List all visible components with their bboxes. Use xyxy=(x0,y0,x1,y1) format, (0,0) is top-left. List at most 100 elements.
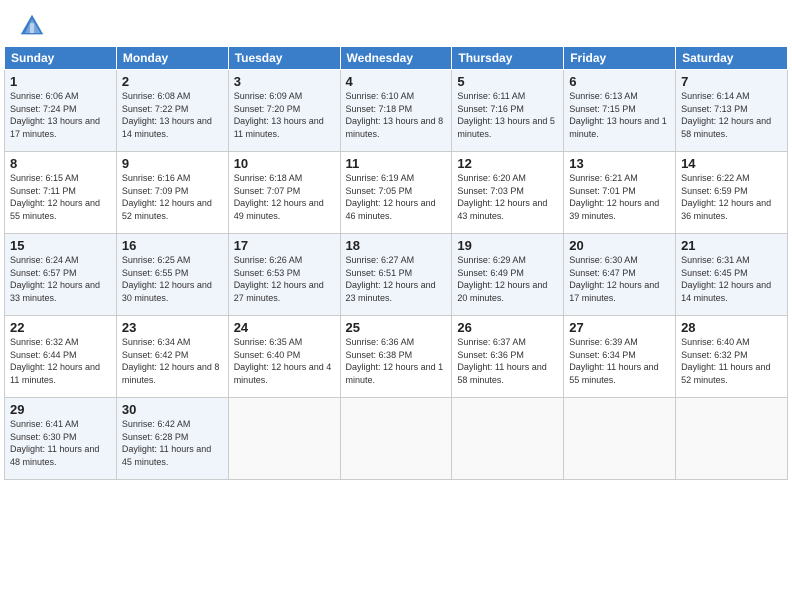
page-header xyxy=(0,0,792,46)
calendar-cell: 21 Sunrise: 6:31 AMSunset: 6:45 PMDaylig… xyxy=(676,234,788,316)
weekday-saturday: Saturday xyxy=(676,47,788,70)
day-info: Sunrise: 6:13 AMSunset: 7:15 PMDaylight:… xyxy=(569,91,667,139)
calendar-cell: 25 Sunrise: 6:36 AMSunset: 6:38 PMDaylig… xyxy=(340,316,452,398)
calendar-cell: 26 Sunrise: 6:37 AMSunset: 6:36 PMDaylig… xyxy=(452,316,564,398)
day-number: 7 xyxy=(681,74,782,89)
calendar-cell: 18 Sunrise: 6:27 AMSunset: 6:51 PMDaylig… xyxy=(340,234,452,316)
weekday-monday: Monday xyxy=(116,47,228,70)
day-number: 4 xyxy=(346,74,447,89)
calendar-cell: 1 Sunrise: 6:06 AMSunset: 7:24 PMDayligh… xyxy=(5,70,117,152)
day-info: Sunrise: 6:11 AMSunset: 7:16 PMDaylight:… xyxy=(457,91,555,139)
day-number: 8 xyxy=(10,156,111,171)
week-row-2: 8 Sunrise: 6:15 AMSunset: 7:11 PMDayligh… xyxy=(5,152,788,234)
day-number: 22 xyxy=(10,320,111,335)
calendar-cell xyxy=(228,398,340,480)
day-info: Sunrise: 6:34 AMSunset: 6:42 PMDaylight:… xyxy=(122,337,220,385)
day-info: Sunrise: 6:18 AMSunset: 7:07 PMDaylight:… xyxy=(234,173,324,221)
day-number: 28 xyxy=(681,320,782,335)
day-info: Sunrise: 6:09 AMSunset: 7:20 PMDaylight:… xyxy=(234,91,324,139)
day-number: 9 xyxy=(122,156,223,171)
calendar-cell: 24 Sunrise: 6:35 AMSunset: 6:40 PMDaylig… xyxy=(228,316,340,398)
calendar-cell: 3 Sunrise: 6:09 AMSunset: 7:20 PMDayligh… xyxy=(228,70,340,152)
calendar-cell: 27 Sunrise: 6:39 AMSunset: 6:34 PMDaylig… xyxy=(564,316,676,398)
weekday-header-row: SundayMondayTuesdayWednesdayThursdayFrid… xyxy=(5,47,788,70)
week-row-4: 22 Sunrise: 6:32 AMSunset: 6:44 PMDaylig… xyxy=(5,316,788,398)
calendar-cell xyxy=(340,398,452,480)
day-info: Sunrise: 6:15 AMSunset: 7:11 PMDaylight:… xyxy=(10,173,100,221)
calendar-cell: 2 Sunrise: 6:08 AMSunset: 7:22 PMDayligh… xyxy=(116,70,228,152)
day-info: Sunrise: 6:42 AMSunset: 6:28 PMDaylight:… xyxy=(122,419,211,467)
calendar-cell: 12 Sunrise: 6:20 AMSunset: 7:03 PMDaylig… xyxy=(452,152,564,234)
day-number: 17 xyxy=(234,238,335,253)
day-info: Sunrise: 6:22 AMSunset: 6:59 PMDaylight:… xyxy=(681,173,771,221)
calendar-cell: 14 Sunrise: 6:22 AMSunset: 6:59 PMDaylig… xyxy=(676,152,788,234)
day-number: 2 xyxy=(122,74,223,89)
day-number: 1 xyxy=(10,74,111,89)
day-info: Sunrise: 6:31 AMSunset: 6:45 PMDaylight:… xyxy=(681,255,771,303)
day-number: 30 xyxy=(122,402,223,417)
calendar-cell: 11 Sunrise: 6:19 AMSunset: 7:05 PMDaylig… xyxy=(340,152,452,234)
day-number: 26 xyxy=(457,320,558,335)
calendar-cell: 20 Sunrise: 6:30 AMSunset: 6:47 PMDaylig… xyxy=(564,234,676,316)
calendar-cell: 5 Sunrise: 6:11 AMSunset: 7:16 PMDayligh… xyxy=(452,70,564,152)
day-info: Sunrise: 6:36 AMSunset: 6:38 PMDaylight:… xyxy=(346,337,444,385)
day-info: Sunrise: 6:20 AMSunset: 7:03 PMDaylight:… xyxy=(457,173,547,221)
calendar-cell: 10 Sunrise: 6:18 AMSunset: 7:07 PMDaylig… xyxy=(228,152,340,234)
day-info: Sunrise: 6:39 AMSunset: 6:34 PMDaylight:… xyxy=(569,337,658,385)
day-info: Sunrise: 6:32 AMSunset: 6:44 PMDaylight:… xyxy=(10,337,100,385)
week-row-1: 1 Sunrise: 6:06 AMSunset: 7:24 PMDayligh… xyxy=(5,70,788,152)
day-info: Sunrise: 6:08 AMSunset: 7:22 PMDaylight:… xyxy=(122,91,212,139)
day-info: Sunrise: 6:40 AMSunset: 6:32 PMDaylight:… xyxy=(681,337,770,385)
calendar-cell: 13 Sunrise: 6:21 AMSunset: 7:01 PMDaylig… xyxy=(564,152,676,234)
calendar-container: SundayMondayTuesdayWednesdayThursdayFrid… xyxy=(0,46,792,484)
calendar-cell: 29 Sunrise: 6:41 AMSunset: 6:30 PMDaylig… xyxy=(5,398,117,480)
calendar-cell: 23 Sunrise: 6:34 AMSunset: 6:42 PMDaylig… xyxy=(116,316,228,398)
day-number: 12 xyxy=(457,156,558,171)
day-info: Sunrise: 6:06 AMSunset: 7:24 PMDaylight:… xyxy=(10,91,100,139)
logo-icon xyxy=(18,12,46,40)
day-number: 14 xyxy=(681,156,782,171)
day-info: Sunrise: 6:21 AMSunset: 7:01 PMDaylight:… xyxy=(569,173,659,221)
calendar-cell: 6 Sunrise: 6:13 AMSunset: 7:15 PMDayligh… xyxy=(564,70,676,152)
day-info: Sunrise: 6:37 AMSunset: 6:36 PMDaylight:… xyxy=(457,337,546,385)
day-info: Sunrise: 6:10 AMSunset: 7:18 PMDaylight:… xyxy=(346,91,444,139)
week-row-5: 29 Sunrise: 6:41 AMSunset: 6:30 PMDaylig… xyxy=(5,398,788,480)
weekday-tuesday: Tuesday xyxy=(228,47,340,70)
calendar-cell xyxy=(564,398,676,480)
day-number: 21 xyxy=(681,238,782,253)
calendar-cell: 9 Sunrise: 6:16 AMSunset: 7:09 PMDayligh… xyxy=(116,152,228,234)
day-info: Sunrise: 6:30 AMSunset: 6:47 PMDaylight:… xyxy=(569,255,659,303)
day-info: Sunrise: 6:16 AMSunset: 7:09 PMDaylight:… xyxy=(122,173,212,221)
day-info: Sunrise: 6:19 AMSunset: 7:05 PMDaylight:… xyxy=(346,173,436,221)
day-number: 27 xyxy=(569,320,670,335)
day-number: 3 xyxy=(234,74,335,89)
calendar-cell: 17 Sunrise: 6:26 AMSunset: 6:53 PMDaylig… xyxy=(228,234,340,316)
day-info: Sunrise: 6:26 AMSunset: 6:53 PMDaylight:… xyxy=(234,255,324,303)
logo xyxy=(18,12,50,40)
day-info: Sunrise: 6:41 AMSunset: 6:30 PMDaylight:… xyxy=(10,419,99,467)
calendar-cell: 30 Sunrise: 6:42 AMSunset: 6:28 PMDaylig… xyxy=(116,398,228,480)
day-info: Sunrise: 6:24 AMSunset: 6:57 PMDaylight:… xyxy=(10,255,100,303)
calendar-cell: 16 Sunrise: 6:25 AMSunset: 6:55 PMDaylig… xyxy=(116,234,228,316)
calendar-cell: 8 Sunrise: 6:15 AMSunset: 7:11 PMDayligh… xyxy=(5,152,117,234)
day-info: Sunrise: 6:14 AMSunset: 7:13 PMDaylight:… xyxy=(681,91,771,139)
week-row-3: 15 Sunrise: 6:24 AMSunset: 6:57 PMDaylig… xyxy=(5,234,788,316)
day-info: Sunrise: 6:27 AMSunset: 6:51 PMDaylight:… xyxy=(346,255,436,303)
day-number: 24 xyxy=(234,320,335,335)
calendar-cell: 4 Sunrise: 6:10 AMSunset: 7:18 PMDayligh… xyxy=(340,70,452,152)
calendar-cell xyxy=(452,398,564,480)
day-number: 5 xyxy=(457,74,558,89)
day-number: 20 xyxy=(569,238,670,253)
day-info: Sunrise: 6:25 AMSunset: 6:55 PMDaylight:… xyxy=(122,255,212,303)
calendar-cell: 22 Sunrise: 6:32 AMSunset: 6:44 PMDaylig… xyxy=(5,316,117,398)
day-number: 6 xyxy=(569,74,670,89)
day-info: Sunrise: 6:29 AMSunset: 6:49 PMDaylight:… xyxy=(457,255,547,303)
day-number: 13 xyxy=(569,156,670,171)
day-number: 16 xyxy=(122,238,223,253)
day-number: 19 xyxy=(457,238,558,253)
weekday-thursday: Thursday xyxy=(452,47,564,70)
calendar-cell: 28 Sunrise: 6:40 AMSunset: 6:32 PMDaylig… xyxy=(676,316,788,398)
weekday-sunday: Sunday xyxy=(5,47,117,70)
calendar-cell: 15 Sunrise: 6:24 AMSunset: 6:57 PMDaylig… xyxy=(5,234,117,316)
calendar-cell: 19 Sunrise: 6:29 AMSunset: 6:49 PMDaylig… xyxy=(452,234,564,316)
